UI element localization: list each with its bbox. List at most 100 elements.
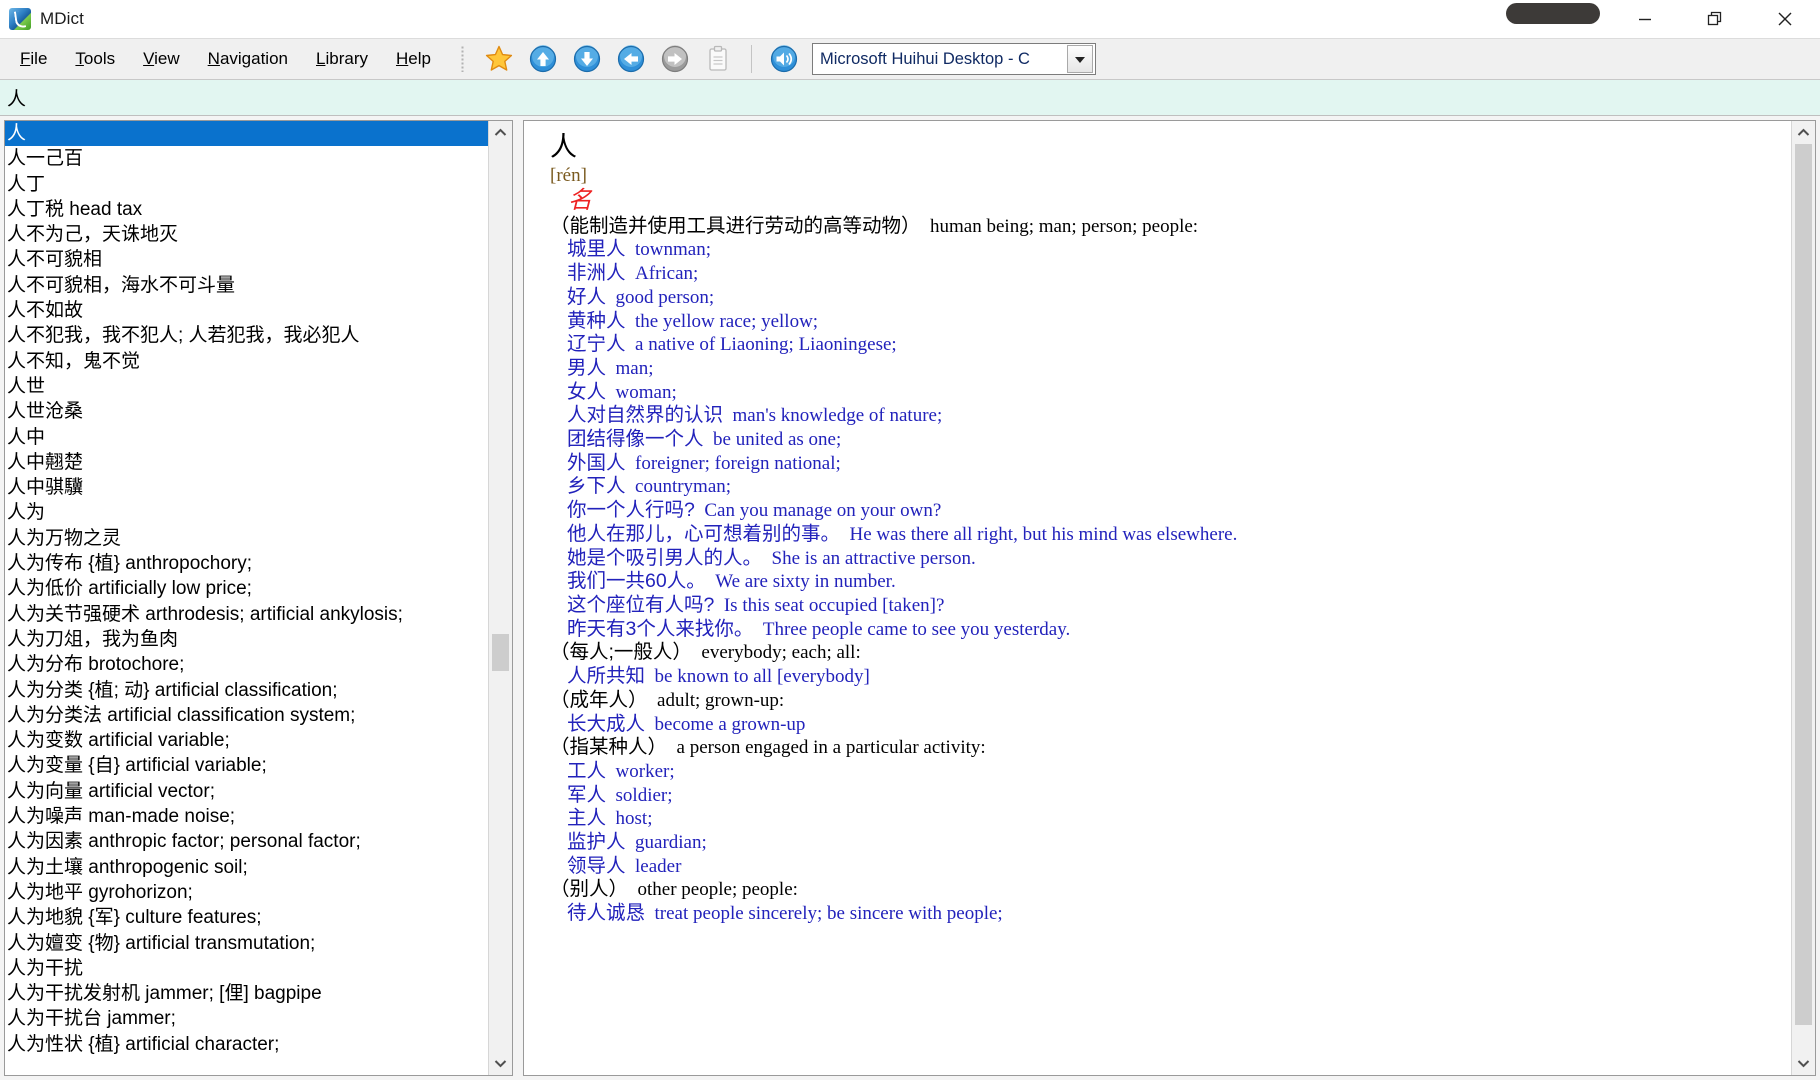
wordlist-item[interactable]: 人为地平 gyrohorizon;	[5, 880, 488, 905]
definition-scrollbar-track[interactable]	[1792, 144, 1815, 1052]
search-input[interactable]: 人	[7, 84, 26, 111]
wordlist-item[interactable]: 人为分类 {植; 动} artificial classification;	[5, 678, 488, 703]
wordlist-item[interactable]: 人为嬗变 {物} artificial transmutation;	[5, 931, 488, 956]
definition-sense-line[interactable]: （能制造并使用工具进行劳动的高等动物） human being; man; pe…	[550, 215, 1791, 239]
wordlist-item[interactable]: 人为干扰台 jammer;	[5, 1006, 488, 1031]
wordlist-item[interactable]: 人为噪声 man-made noise;	[5, 804, 488, 829]
menu-item-library[interactable]: Library	[302, 45, 382, 73]
definition-example-line[interactable]: 主人 host;	[550, 807, 1791, 831]
wordlist-item[interactable]: 人为刀俎，我为鱼肉	[5, 627, 488, 652]
wordlist-item[interactable]: 人不可貌相	[5, 247, 488, 272]
wordlist-item[interactable]: 人为分布 brotochore;	[5, 652, 488, 677]
back-button[interactable]	[611, 39, 651, 79]
definition-example-line[interactable]: 男人 man;	[550, 357, 1791, 381]
menu-item-view[interactable]: View	[129, 45, 194, 73]
wordlist-item[interactable]: 人丁	[5, 172, 488, 197]
definition-example-line[interactable]: 你一个人行吗? Can you manage on your own?	[550, 499, 1791, 523]
wordlist-item[interactable]: 人为	[5, 500, 488, 525]
wordlist-item[interactable]: 人为关节强硬术 arthrodesis; artificial ankylosi…	[5, 602, 488, 627]
definition-sense-line[interactable]: （指某种人） a person engaged in a particular …	[550, 736, 1791, 760]
menu-item-tools[interactable]: Tools	[61, 45, 129, 73]
definition-example-line[interactable]: 这个座位有人吗? Is this seat occupied [taken]?	[550, 594, 1791, 618]
scroll-up-button[interactable]	[523, 39, 563, 79]
wordlist-item[interactable]: 人中骐驥	[5, 475, 488, 500]
definition-example-line[interactable]: 领导人 leader	[550, 855, 1791, 879]
definition-example-line[interactable]: 人对自然界的认识 man's knowledge of nature;	[550, 404, 1791, 428]
definition-example-line[interactable]: 非洲人 African;	[550, 262, 1791, 286]
wordlist-item[interactable]: 人为地貌 {军} culture features;	[5, 905, 488, 930]
definition-sense-line[interactable]: （每人;一般人） everybody; each; all:	[550, 641, 1791, 665]
minimize-icon[interactable]	[1610, 0, 1680, 38]
wordlist-scrollbar[interactable]	[488, 121, 512, 1075]
definition-example-line[interactable]: 长大成人 become a grown-up	[550, 713, 1791, 737]
definition-example-line[interactable]: 昨天有3个人来找你。 Three people came to see you …	[550, 618, 1791, 642]
definition-example-line[interactable]: 工人 worker;	[550, 760, 1791, 784]
menu-item-navigation[interactable]: Navigation	[194, 45, 302, 73]
definition-example-line[interactable]: 黄种人 the yellow race; yellow;	[550, 310, 1791, 334]
wordlist-item[interactable]: 人为土壤 anthropogenic soil;	[5, 855, 488, 880]
wordlist-item[interactable]: 人为万物之灵	[5, 526, 488, 551]
restore-icon[interactable]	[1680, 0, 1750, 38]
definition-example-line[interactable]: 女人 woman;	[550, 381, 1791, 405]
wordlist-scrollbar-thumb[interactable]	[492, 634, 509, 671]
close-icon[interactable]	[1750, 0, 1820, 38]
wordlist-item[interactable]: 人为干扰发射机 jammer; [俚] bagpipe	[5, 981, 488, 1006]
voice-select[interactable]: Microsoft Huihui Desktop - C	[811, 43, 1096, 75]
wordlist-item[interactable]: 人为因素 anthropic factor; personal factor;	[5, 829, 488, 854]
definition-example-line[interactable]: 她是个吸引男人的人。 She is an attractive person.	[550, 547, 1791, 571]
wordlist-item[interactable]: 人为传布 {植} anthropochory;	[5, 551, 488, 576]
definition-scrollbar[interactable]	[1791, 121, 1815, 1075]
favorites-button[interactable]	[479, 39, 519, 79]
definition-example-line[interactable]: 辽宁人 a native of Liaoning; Liaoningese;	[550, 333, 1791, 357]
menu-item-help[interactable]: Help	[382, 45, 445, 73]
chevron-down-icon[interactable]	[1792, 1052, 1815, 1075]
chevron-up-icon[interactable]	[1792, 121, 1815, 144]
definition-example-line[interactable]: 乡下人 countryman;	[550, 475, 1791, 499]
definition-english: We are sixty in number.	[715, 571, 896, 593]
wordlist-item[interactable]: 人丁税 head tax	[5, 197, 488, 222]
definition-scrollbar-thumb[interactable]	[1795, 144, 1812, 1025]
definition-sense-line[interactable]: （别人） other people; people:	[550, 878, 1791, 902]
definition-content[interactable]: 人 [rén] 名 （能制造并使用工具进行劳动的高等动物） human bein…	[524, 121, 1791, 1075]
chevron-down-icon[interactable]	[1066, 45, 1093, 73]
wordlist-item[interactable]: 人为变量 {自} artificial variable;	[5, 753, 488, 778]
definition-example-line[interactable]: 监护人 guardian;	[550, 831, 1791, 855]
definition-sense-line[interactable]: （成年人） adult; grown-up:	[550, 689, 1791, 713]
wordlist-item[interactable]: 人为向量 artificial vector;	[5, 779, 488, 804]
wordlist-item[interactable]: 人不为己，天诛地灭	[5, 222, 488, 247]
toolbar-drag-grip[interactable]	[460, 46, 465, 72]
definition-example-line[interactable]: 外国人 foreigner; foreign national;	[550, 452, 1791, 476]
wordlist-item[interactable]: 人世沧桑	[5, 399, 488, 424]
wordlist-item[interactable]: 人为低价 artificially low price;	[5, 576, 488, 601]
split-gutter[interactable]	[513, 120, 523, 1076]
wordlist-item[interactable]: 人中	[5, 425, 488, 450]
wordlist-item[interactable]: 人不犯我，我不犯人; 人若犯我，我必犯人	[5, 323, 488, 348]
definition-example-line[interactable]: 好人 good person;	[550, 286, 1791, 310]
definition-example-line[interactable]: 我们一共60人。 We are sixty in number.	[550, 570, 1791, 594]
chevron-down-icon[interactable]	[489, 1052, 512, 1075]
wordlist-item[interactable]: 人不知，鬼不觉	[5, 349, 488, 374]
wordlist-scrollbar-track[interactable]	[489, 144, 512, 1052]
wordlist-item[interactable]: 人为变数 artificial variable;	[5, 728, 488, 753]
wordlist-item[interactable]: 人一己百	[5, 146, 488, 171]
wordlist-item[interactable]: 人不可貌相，海水不可斗量	[5, 273, 488, 298]
wordlist-item[interactable]: 人中翹楚	[5, 450, 488, 475]
wordlist-item[interactable]: 人	[5, 121, 488, 147]
definition-example-line[interactable]: 待人诚恳 treat people sincerely; be sincere …	[550, 902, 1791, 926]
chevron-up-icon[interactable]	[489, 121, 512, 144]
wordlist[interactable]: 人人一己百 人丁 人丁税 head tax 人不为己，天诛地灭 人不可貌相 人不可貌相，海…	[5, 121, 488, 1075]
wordlist-item[interactable]: 人为性状 {植} artificial character;	[5, 1032, 488, 1057]
wordlist-item[interactable]: 人世	[5, 374, 488, 399]
definition-example-line[interactable]: 他人在那儿，心可想着别的事。 He was there all right, b…	[550, 523, 1791, 547]
definition-example-line[interactable]: 团结得像一个人 be united as one;	[550, 428, 1791, 452]
scroll-down-button[interactable]	[567, 39, 607, 79]
definition-example-line[interactable]: 城里人 townman;	[550, 238, 1791, 262]
definition-example-line[interactable]: 军人 soldier;	[550, 784, 1791, 808]
wordlist-item[interactable]: 人不如故	[5, 298, 488, 323]
menu-item-file[interactable]: File	[6, 45, 61, 73]
definition-example-line[interactable]: 人所共知 be known to all [everybody]	[550, 665, 1791, 689]
speak-button[interactable]	[764, 39, 804, 79]
wordlist-item[interactable]: 人为干扰	[5, 956, 488, 981]
wordlist-item[interactable]: 人为分类法 artificial classification system;	[5, 703, 488, 728]
search-bar[interactable]: 人	[0, 80, 1820, 116]
